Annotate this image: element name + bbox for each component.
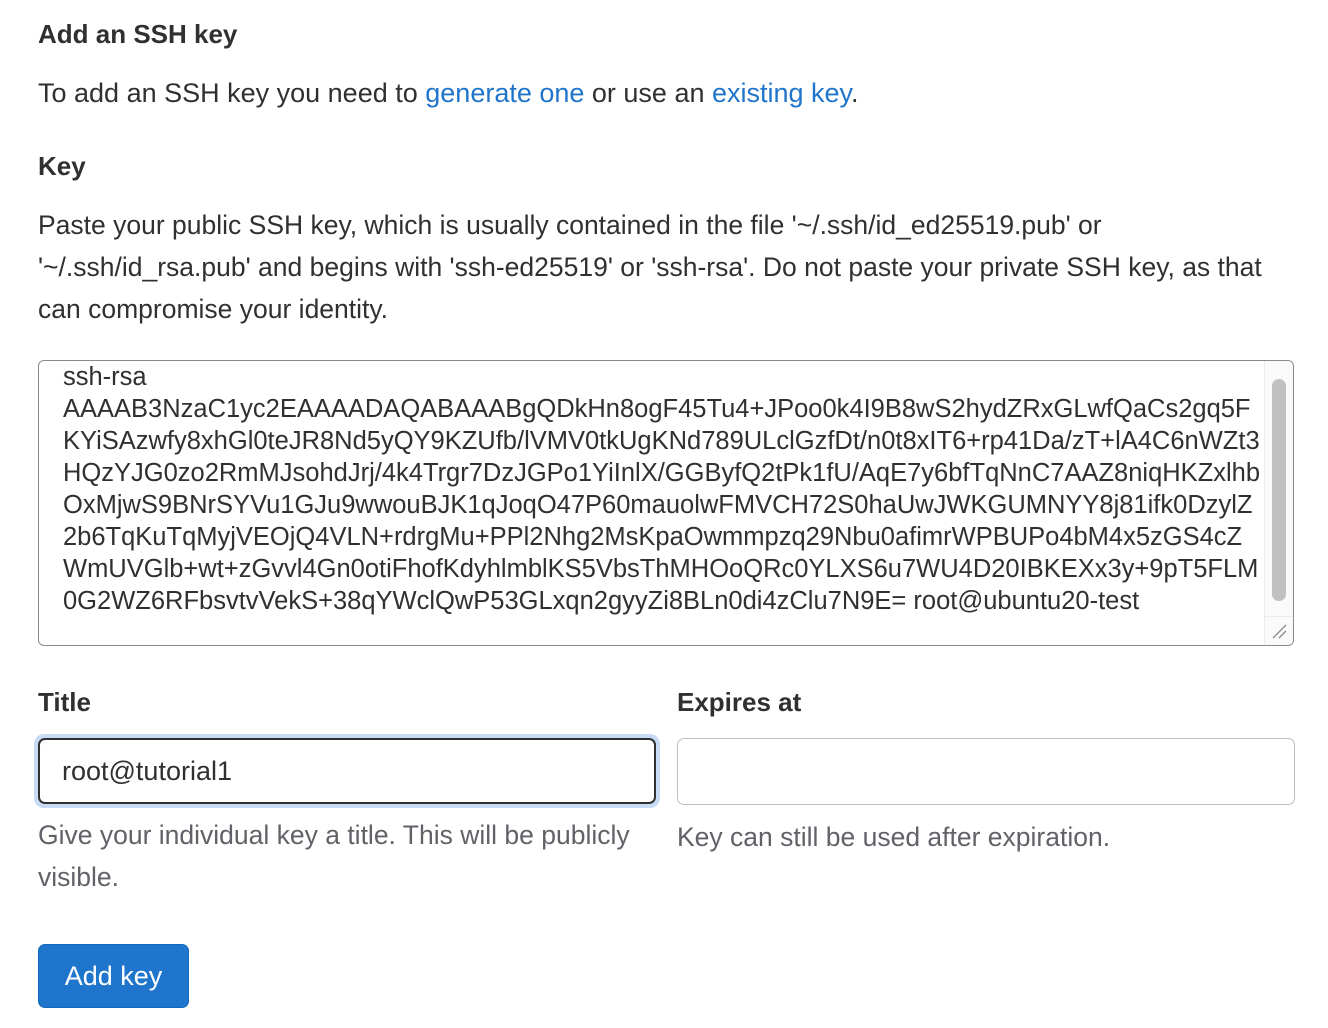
add-ssh-key-form: Add an SSH key To add an SSH key you nee… xyxy=(0,0,1328,1028)
expires-at-input[interactable] xyxy=(677,738,1295,805)
key-description: Paste your public SSH key, which is usua… xyxy=(38,210,1262,324)
section-heading: Add an SSH key xyxy=(38,19,238,49)
expires-at-label: Expires at xyxy=(677,687,802,717)
intro-text: To add an SSH key you need to generate o… xyxy=(38,74,859,112)
intro-prefix: To add an SSH key you need to xyxy=(38,78,426,108)
generate-one-link[interactable]: generate one xyxy=(425,78,584,108)
intro-middle: or use an xyxy=(584,78,712,108)
key-textarea[interactable]: ssh-rsa AAAAB3NzaC1yc2EAAAADAQABAAABgQDk… xyxy=(38,360,1294,646)
key-textarea-scrollbar[interactable] xyxy=(1264,361,1293,619)
key-textarea-value[interactable]: ssh-rsa AAAAB3NzaC1yc2EAAAADAQABAAABgQDk… xyxy=(63,361,1263,617)
title-input[interactable] xyxy=(38,738,656,804)
title-input-focus-ring xyxy=(34,734,660,808)
title-label: Title xyxy=(38,687,91,717)
title-help-text: Give your individual key a title. This w… xyxy=(38,820,630,892)
intro-suffix: . xyxy=(851,78,859,108)
resize-handle-icon[interactable] xyxy=(1264,616,1293,645)
expires-help-text: Key can still be used after expiration. xyxy=(677,822,1111,852)
scrollbar-thumb[interactable] xyxy=(1272,379,1286,601)
existing-key-link[interactable]: existing key xyxy=(712,78,851,108)
add-key-button[interactable]: Add key xyxy=(38,944,189,1008)
key-label: Key xyxy=(38,151,86,181)
